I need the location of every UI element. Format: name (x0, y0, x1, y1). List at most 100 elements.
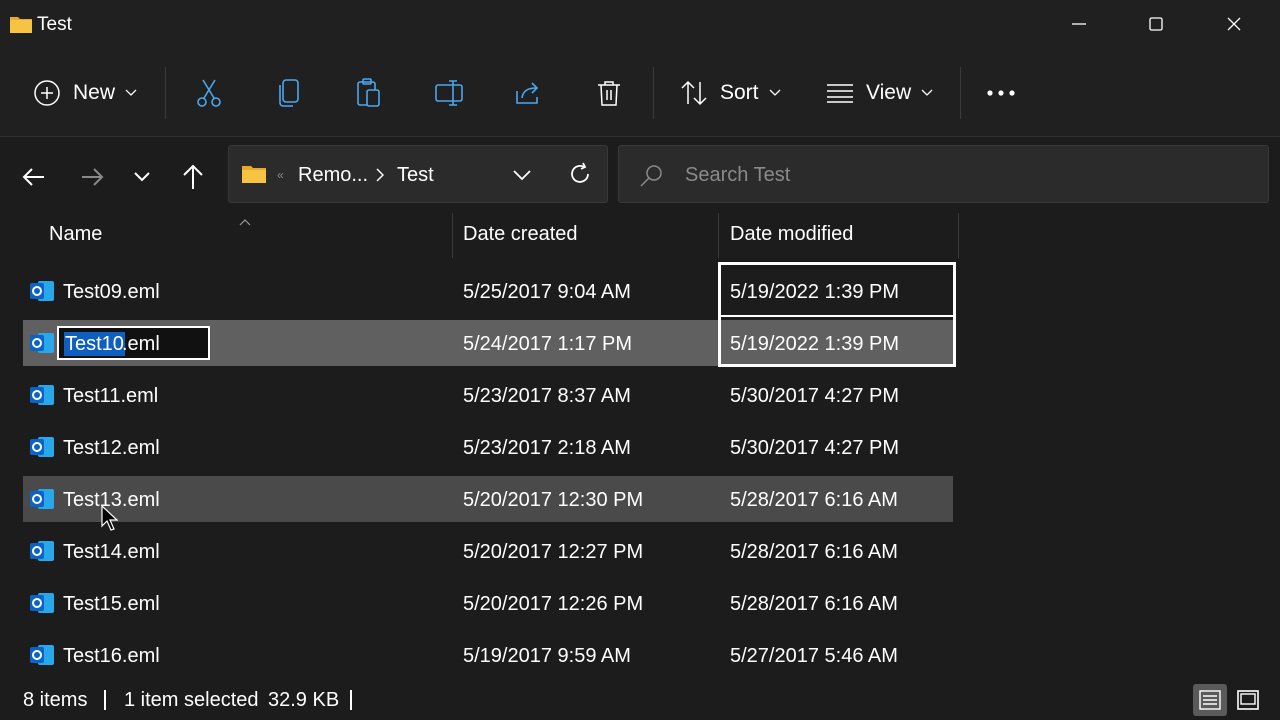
navigation-bar: « Remo... Test Search Test (0, 137, 1280, 213)
new-button[interactable]: New (33, 68, 137, 118)
file-name: Test11.eml (63, 385, 159, 407)
status-bar: 8 items 1 item selected 32.9 KB (0, 680, 1280, 720)
recent-locations-button[interactable] (124, 159, 160, 195)
more-icon (987, 90, 1015, 96)
file-date-created: 5/23/2017 2:18 AM (463, 437, 631, 459)
file-date-created: 5/20/2017 12:27 PM (463, 541, 644, 563)
column-headers: Name Date created Date modified (0, 213, 1280, 258)
folder-icon (9, 14, 33, 39)
file-date-created: 5/20/2017 12:26 PM (463, 593, 644, 615)
search-placeholder: Search Test (685, 164, 791, 186)
file-date-created: 5/19/2017 9:59 AM (463, 645, 631, 667)
column-header-date-modified[interactable]: Date modified (730, 223, 853, 246)
more-options-button[interactable] (976, 68, 1026, 118)
file-name: Test14.eml (63, 541, 160, 563)
outlook-file-icon (29, 279, 55, 308)
chevron-down-icon (513, 170, 531, 181)
share-button[interactable] (504, 68, 554, 118)
file-name: Test09.eml (63, 281, 160, 303)
file-date-created: 5/20/2017 12:30 PM (463, 489, 644, 511)
paste-button[interactable] (344, 68, 394, 118)
maximize-button[interactable] (1133, 9, 1179, 39)
minimize-icon (1072, 23, 1086, 25)
divider (960, 67, 961, 119)
close-button[interactable] (1211, 9, 1257, 39)
chevron-down-icon (134, 172, 150, 182)
table-row[interactable]: Test15.eml 5/20/2017 12:26 PM 5/28/2017 … (23, 580, 953, 626)
file-date-modified: 5/30/2017 4:27 PM (730, 385, 900, 407)
file-name: Test15.eml (63, 593, 160, 615)
outlook-file-icon (29, 383, 55, 412)
sort-icon (681, 80, 707, 106)
rename-icon (435, 80, 463, 106)
outlook-file-icon (29, 539, 55, 568)
column-divider[interactable] (452, 213, 453, 258)
search-icon (639, 164, 663, 193)
rename-selected-text: Test10 (64, 332, 125, 356)
delete-button[interactable] (584, 68, 634, 118)
new-plus-icon (34, 80, 60, 106)
column-header-name[interactable]: Name (49, 223, 102, 246)
address-dropdown-button[interactable] (513, 168, 531, 186)
status-selected-count: 1 item selected (124, 689, 259, 711)
file-name: Test12.eml (63, 437, 160, 459)
file-date-modified: 5/28/2017 6:16 AM (730, 541, 898, 563)
column-divider[interactable] (718, 213, 719, 258)
outlook-file-icon (29, 331, 55, 360)
title-bar: Test (0, 0, 1280, 50)
view-label: View (866, 81, 912, 104)
cut-icon (197, 79, 221, 107)
table-row-hovered[interactable]: Test13.eml 5/20/2017 12:30 PM 5/28/2017 … (23, 476, 953, 522)
back-button[interactable] (16, 159, 52, 195)
cut-button[interactable] (184, 68, 234, 118)
large-icons-view-button[interactable] (1231, 684, 1265, 716)
column-divider[interactable] (958, 213, 959, 258)
divider (653, 67, 654, 119)
window-title: Test (37, 14, 72, 35)
new-label: New (73, 81, 116, 104)
view-icon (827, 84, 853, 103)
status-divider (350, 690, 352, 710)
outlook-file-icon (29, 643, 55, 672)
up-button[interactable] (175, 159, 211, 195)
highlight-divider (721, 315, 953, 317)
divider (165, 67, 166, 119)
search-input[interactable]: Search Test (618, 145, 1269, 203)
date-modified-highlight (718, 262, 956, 367)
paste-icon (357, 78, 380, 107)
table-row[interactable]: Test16.eml 5/19/2017 9:59 AM 5/27/2017 5… (23, 632, 953, 678)
address-bar[interactable]: « Remo... Test (228, 145, 608, 203)
large-icons-view-icon (1237, 690, 1259, 710)
chevron-down-icon (769, 89, 780, 96)
column-header-date-created[interactable]: Date created (463, 223, 578, 246)
status-size: 32.9 KB (268, 689, 340, 711)
arrow-up-icon (183, 164, 203, 189)
file-date-modified: 5/27/2017 5:46 AM (730, 645, 898, 667)
mouse-cursor-icon (101, 504, 119, 536)
table-row[interactable]: Test14.eml 5/20/2017 12:27 PM 5/28/2017 … (23, 528, 953, 574)
refresh-button[interactable] (568, 162, 592, 191)
file-date-created: 5/23/2017 8:37 AM (463, 385, 631, 407)
rename-button[interactable] (424, 68, 474, 118)
rename-input[interactable]: Test10 .eml (57, 326, 210, 360)
sort-ascending-icon (239, 213, 251, 231)
share-icon (516, 82, 539, 104)
arrow-left-icon (22, 168, 44, 186)
breadcrumb-parent[interactable]: Remo... (298, 164, 368, 187)
minimize-button[interactable] (1056, 9, 1102, 39)
breadcrumb-current[interactable]: Test (397, 164, 434, 187)
file-date-modified: 5/30/2017 4:27 PM (730, 437, 900, 459)
outlook-file-icon (29, 435, 55, 464)
forward-button[interactable] (74, 159, 110, 195)
file-date-modified: 5/28/2017 6:16 AM (730, 593, 898, 615)
copy-button[interactable] (264, 68, 314, 118)
view-button[interactable]: View (826, 68, 933, 118)
overflow-chevron-icon: « (277, 168, 284, 182)
table-row[interactable]: Test11.eml 5/23/2017 8:37 AM 5/30/2017 4… (23, 372, 953, 418)
details-view-button[interactable] (1193, 684, 1227, 716)
table-row[interactable]: Test12.eml 5/23/2017 2:18 AM 5/30/2017 4… (23, 424, 953, 470)
file-date-created: 5/25/2017 9:04 AM (463, 281, 631, 303)
file-name: Test16.eml (63, 645, 160, 667)
chevron-down-icon (125, 89, 137, 96)
sort-button[interactable]: Sort (680, 68, 781, 118)
